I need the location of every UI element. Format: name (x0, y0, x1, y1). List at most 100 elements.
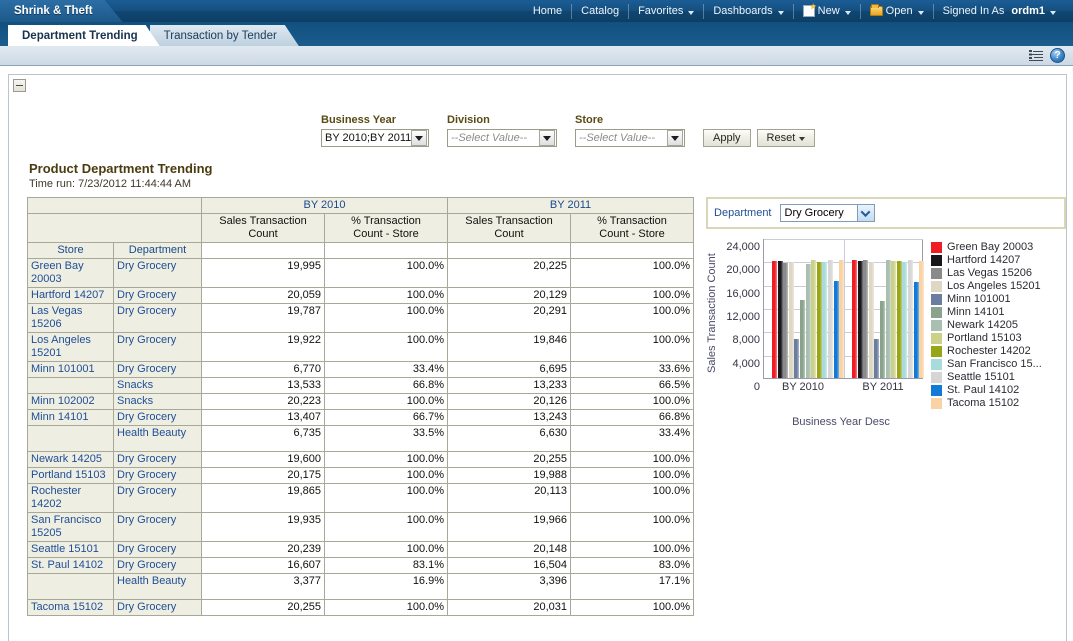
nav-dashboards[interactable]: Dashboards (704, 3, 794, 19)
store-select[interactable]: --Select Value-- (575, 129, 685, 147)
bar[interactable] (852, 260, 858, 378)
legend-item[interactable]: Portland 15103 (931, 332, 1042, 344)
cell-store[interactable]: Green Bay 20003 (27, 258, 114, 288)
legend-item[interactable]: San Francisco 15... (931, 358, 1042, 370)
cell-department[interactable]: Dry Grocery (113, 332, 202, 362)
cell-department[interactable]: Dry Grocery (113, 541, 202, 558)
bar[interactable] (874, 338, 880, 378)
legend-item[interactable]: Seattle 15101 (931, 371, 1042, 383)
bar[interactable] (827, 259, 833, 378)
legend-item[interactable]: Tacoma 15102 (931, 397, 1042, 409)
legend-item[interactable]: St. Paul 14102 (931, 384, 1042, 396)
legend-item[interactable]: Hartford 14207 (931, 254, 1042, 266)
tab-department-trending[interactable]: Department Trending (8, 25, 160, 46)
bar[interactable] (863, 259, 869, 378)
header-measure-sales-count-2010[interactable]: Sales Transaction Count (201, 213, 325, 243)
nav-catalog[interactable]: Catalog (572, 3, 630, 19)
legend-item[interactable]: Green Bay 20003 (931, 241, 1042, 253)
bar[interactable] (816, 262, 822, 378)
bar[interactable] (794, 338, 800, 378)
legend-item[interactable]: Rochester 14202 (931, 345, 1042, 357)
cell-store[interactable]: Seattle 15101 (27, 541, 114, 558)
cell-store[interactable]: Rochester 14202 (27, 483, 114, 513)
bar[interactable] (913, 281, 919, 378)
header-department[interactable]: Department (113, 242, 202, 259)
business-year-select[interactable]: BY 2010;BY 2011 (321, 129, 429, 147)
bar[interactable] (833, 281, 839, 378)
bar[interactable] (868, 262, 874, 378)
bar[interactable] (788, 261, 794, 378)
bar[interactable] (902, 261, 908, 378)
division-select[interactable]: --Select Value-- (447, 129, 557, 147)
cell-store[interactable]: Minn 102002 (27, 393, 114, 410)
bar[interactable] (919, 261, 925, 378)
department-select[interactable]: Dry Grocery (779, 204, 875, 222)
cell-department[interactable]: Dry Grocery (113, 303, 202, 333)
cell-store[interactable]: Minn 101001 (27, 361, 114, 378)
dropdown-arrow-icon[interactable] (411, 130, 427, 146)
cell-department[interactable]: Dry Grocery (113, 599, 202, 616)
bar[interactable] (805, 263, 811, 378)
bar[interactable] (891, 261, 897, 378)
nav-open[interactable]: Open (861, 3, 934, 19)
tab-transaction-by-tender[interactable]: Transaction by Tender (150, 25, 299, 46)
dropdown-arrow-icon[interactable] (539, 130, 555, 146)
cell-department[interactable]: Dry Grocery (113, 361, 202, 378)
bar[interactable] (896, 260, 902, 378)
brand-tab[interactable]: Shrink & Theft (0, 0, 123, 22)
header-year-2011[interactable]: BY 2011 (447, 197, 695, 214)
cell-store[interactable]: St. Paul 14102 (27, 557, 114, 574)
header-measure-pct-count-2010[interactable]: % Transaction Count - Store (323, 213, 449, 243)
bar[interactable] (879, 300, 885, 378)
page-options-icon[interactable] (1029, 49, 1043, 62)
cell-department[interactable]: Dry Grocery (113, 557, 202, 574)
chevron-down-icon[interactable] (856, 205, 874, 221)
cell-department[interactable]: Health Beauty (113, 425, 202, 452)
bar[interactable] (822, 261, 828, 378)
bar[interactable] (839, 259, 845, 378)
bar[interactable] (907, 260, 913, 378)
cell-department[interactable]: Health Beauty (113, 573, 202, 600)
cell-store[interactable]: San Francisco 15205 (27, 512, 114, 542)
bar[interactable] (799, 299, 805, 378)
legend-item[interactable]: Minn 101001 (931, 293, 1042, 305)
cell-store[interactable]: Minn 14101 (27, 409, 114, 426)
legend-item[interactable]: Newark 14205 (931, 319, 1042, 331)
cell-department[interactable]: Snacks (113, 377, 202, 394)
header-year-2010[interactable]: BY 2010 (200, 197, 449, 214)
reset-button[interactable]: Reset (756, 129, 816, 147)
dropdown-arrow-icon[interactable] (667, 130, 683, 146)
legend-item[interactable]: Los Angeles 15201 (931, 280, 1042, 292)
header-measure-pct-count-2011[interactable]: % Transaction Count - Store (570, 213, 695, 243)
nav-home[interactable]: Home (524, 3, 573, 19)
legend-item[interactable]: Las Vegas 15206 (931, 267, 1042, 279)
nav-new[interactable]: New (794, 3, 861, 19)
cell-store[interactable]: Portland 15103 (27, 467, 114, 484)
header-measure-sales-count-2011[interactable]: Sales Transaction Count (447, 213, 572, 243)
cell-department[interactable]: Dry Grocery (113, 467, 202, 484)
nav-signed-in-as[interactable]: Signed In As ordm1 (934, 4, 1065, 19)
header-store[interactable]: Store (27, 242, 114, 259)
cell-store[interactable]: Los Angeles 15201 (27, 332, 114, 362)
cell-department[interactable]: Snacks (113, 393, 202, 410)
cell-store[interactable]: Hartford 14207 (27, 287, 114, 304)
bar[interactable] (772, 261, 778, 378)
cell-department[interactable]: Dry Grocery (113, 451, 202, 468)
bar[interactable] (885, 259, 891, 378)
bar[interactable] (783, 262, 789, 378)
legend-item[interactable]: Minn 14101 (931, 306, 1042, 318)
bar[interactable] (777, 261, 783, 378)
bar[interactable] (811, 260, 817, 378)
cell-department[interactable]: Dry Grocery (113, 512, 202, 542)
cell-store[interactable]: Tacoma 15102 (27, 599, 114, 616)
cell-department[interactable]: Dry Grocery (113, 483, 202, 513)
cell-department[interactable]: Dry Grocery (113, 409, 202, 426)
collapse-minus-icon[interactable] (13, 79, 26, 92)
cell-store[interactable]: Newark 14205 (27, 451, 114, 468)
cell-store[interactable]: Las Vegas 15206 (27, 303, 114, 333)
nav-favorites[interactable]: Favorites (629, 3, 705, 19)
help-icon[interactable]: ? (1050, 48, 1065, 63)
cell-department[interactable]: Dry Grocery (113, 258, 202, 288)
cell-department[interactable]: Dry Grocery (113, 287, 202, 304)
bar[interactable] (857, 260, 863, 378)
